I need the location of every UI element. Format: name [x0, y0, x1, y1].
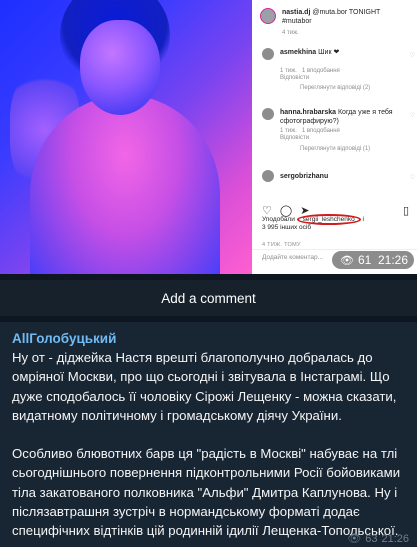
hanna-avatar [262, 108, 274, 120]
heart-icon: ♡ [409, 113, 415, 119]
channel-post: AllГолобуцький Ну от - діджейка Настя вр… [0, 322, 417, 547]
media-views-badge: 👁 61 21:26 [332, 251, 414, 269]
bookmark-icon: ▯ [402, 205, 409, 217]
nastia-avatar [260, 8, 276, 24]
post-author[interactable]: AllГолобуцький [12, 331, 417, 346]
comment-asmekhina: asmekhina Шик ❤ [280, 49, 340, 56]
comment-hanna: hanna.hrabarska Когда уже я тебя сфотогр… [280, 109, 393, 125]
post-meta: 👁 63 21:26 [347, 532, 409, 546]
asmekhina-avatar [262, 48, 274, 60]
sergobrizhanu-avatar [262, 170, 274, 182]
heart-icon: ♡ [409, 53, 415, 59]
add-comment-button[interactable]: Add a comment [0, 280, 417, 316]
instagram-screenshot: nastia.dj @muta.bor TONIGHT #mutabor 4 т… [252, 0, 417, 274]
heart-icon: ♡ [409, 175, 415, 181]
post-paragraph-1: Ну от - діджейка Настя врешті благополуч… [12, 350, 397, 423]
portrait-photo [0, 0, 252, 274]
eye-icon: 👁 [340, 254, 354, 267]
instagram-comment-field: Додайте коментар... [262, 254, 324, 261]
post-paragraph-2: Особливо блювотних барв ця "радість в Мо… [12, 446, 401, 539]
comment-sergobrizhanu: sergobrizhanu [280, 173, 329, 180]
likes-summary: Уподобали sergii_leshchenko і 3 995 інши… [262, 214, 364, 231]
post-image[interactable]: nastia.dj @muta.bor TONIGHT #mutabor 4 т… [0, 0, 417, 274]
eye-icon: 👁 [347, 533, 362, 545]
telegram-channel-view: nastia.dj @muta.bor TONIGHT #mutabor 4 т… [0, 0, 417, 547]
